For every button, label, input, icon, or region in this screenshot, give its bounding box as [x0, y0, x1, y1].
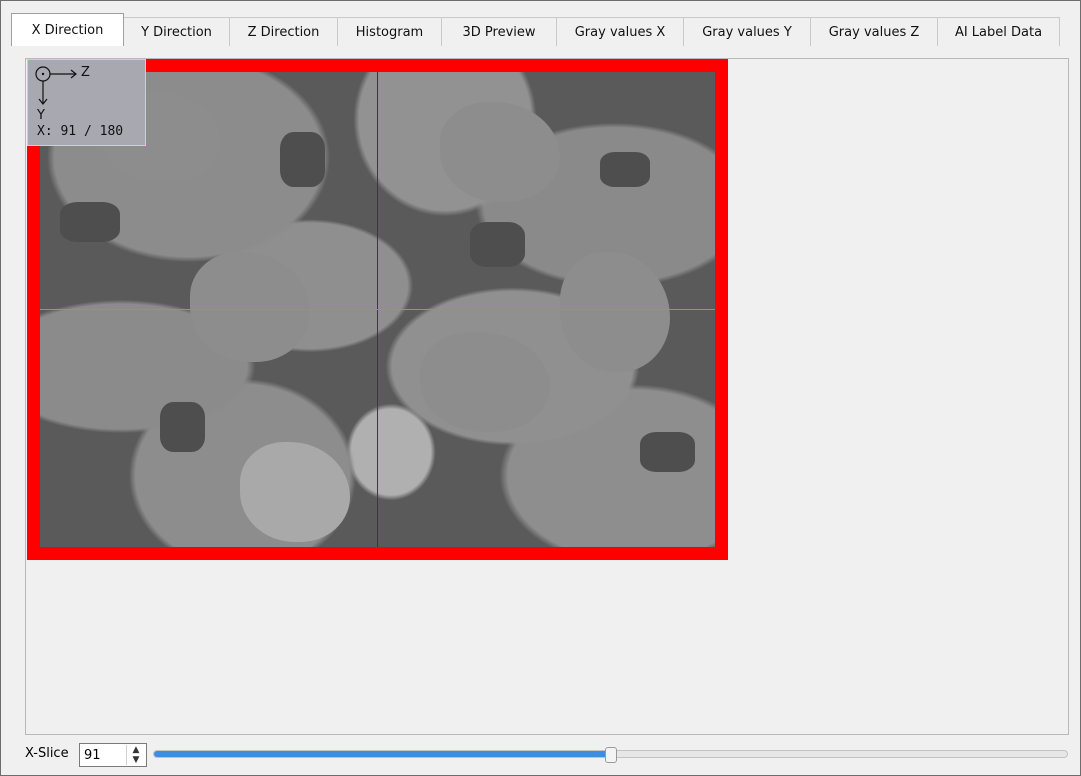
- slice-input[interactable]: [82, 746, 126, 764]
- slice-spinbox[interactable]: ▲▼: [79, 743, 147, 767]
- orientation-overlay: Z Y X: 91 / 180: [27, 59, 146, 146]
- tab-gray-values-x[interactable]: Gray values X: [556, 17, 684, 46]
- pore-region: [640, 432, 695, 472]
- tab-3d-preview[interactable]: 3D Preview: [441, 17, 557, 46]
- grain-region: [190, 252, 310, 362]
- axis-z-label: Z: [81, 65, 90, 80]
- tab-gray-values-y[interactable]: Gray values Y: [683, 17, 811, 46]
- pore-region: [60, 202, 120, 242]
- slider-fill: [154, 751, 611, 757]
- tab-x-direction[interactable]: X Direction: [11, 13, 124, 46]
- pore-region: [280, 132, 325, 187]
- pore-region: [160, 402, 205, 452]
- spin-arrows-icon[interactable]: ▲ ▼: [126, 745, 145, 765]
- grain-region: [560, 252, 670, 372]
- slice-slider[interactable]: [153, 747, 1068, 763]
- tab-bar: X Direction Y Direction Z Direction Hist…: [11, 13, 1060, 46]
- grain-region: [240, 442, 350, 542]
- crosshair-horizontal: [40, 309, 715, 310]
- grain-region: [420, 332, 550, 432]
- tab-histogram[interactable]: Histogram: [337, 17, 442, 46]
- slider-handle[interactable]: [604, 747, 617, 763]
- pore-region: [470, 222, 525, 267]
- slice-control-row: X-Slice ▲▼: [25, 742, 1070, 768]
- tab-ai-label-data[interactable]: AI Label Data: [937, 17, 1060, 46]
- slice-readout: X: 91 / 180: [37, 124, 124, 139]
- tab-gray-values-z[interactable]: Gray values Z: [810, 17, 938, 46]
- tab-y-direction[interactable]: Y Direction: [123, 17, 230, 46]
- tab-z-direction[interactable]: Z Direction: [229, 17, 338, 46]
- axis-y-label: Y: [37, 108, 45, 123]
- app-window: X Direction Y Direction Z Direction Hist…: [0, 0, 1081, 776]
- pore-region: [600, 152, 650, 187]
- slice-view-frame[interactable]: Z Y X: 91 / 180: [27, 59, 728, 560]
- grain-region: [440, 102, 560, 202]
- slice-label: X-Slice: [25, 746, 69, 761]
